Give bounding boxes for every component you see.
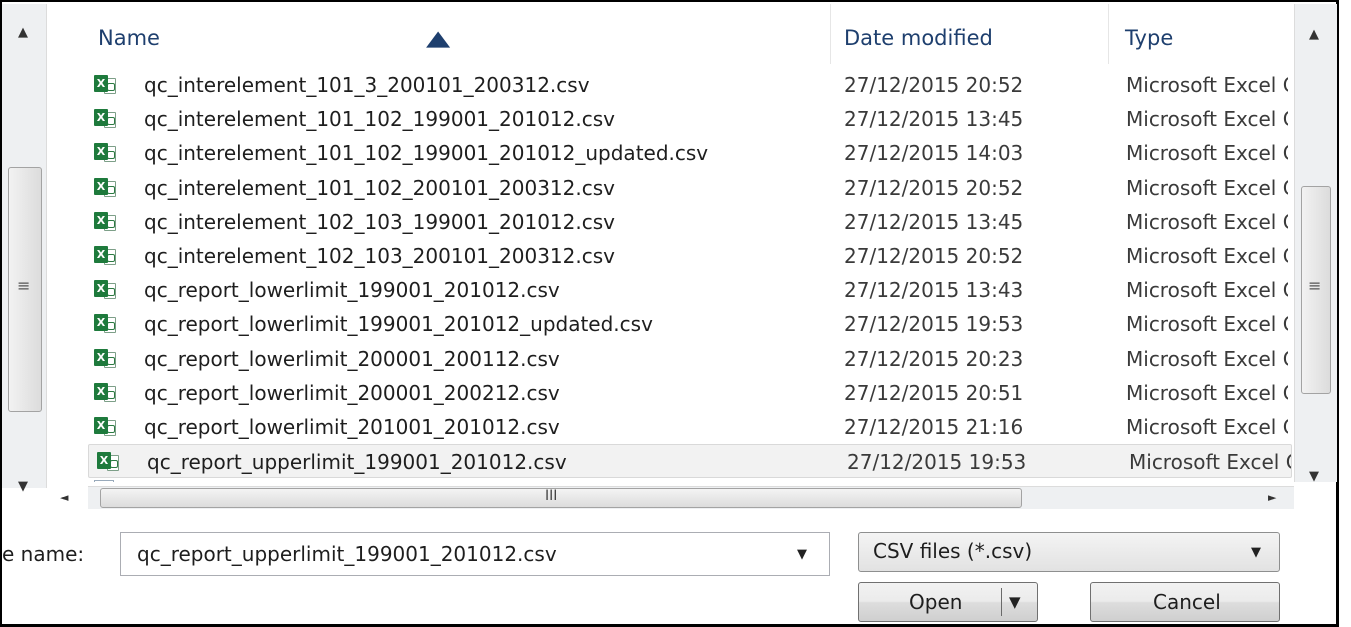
column-header-date[interactable]: Date modified <box>844 26 993 50</box>
filetype-value: CSV files (*.csv) <box>873 539 1033 563</box>
partial-row-icon <box>94 480 114 482</box>
excel-csv-icon: X <box>94 108 116 130</box>
file-row[interactable]: Xqc_interelement_102_103_200101_200312.c… <box>86 239 1294 273</box>
file-date-modified: 27/12/2015 21:16 <box>844 415 1024 439</box>
file-row[interactable]: Xqc_report_upperlimit_199001_201012.csv 2… <box>88 444 1292 479</box>
nav-pane-scrollbar[interactable]: ▲ ≡ ▼ <box>2 4 47 493</box>
grip-icon: III <box>545 488 558 504</box>
excel-csv-icon: X <box>94 211 116 233</box>
horizontal-scroll-thumb[interactable]: III <box>100 488 1022 508</box>
filename-input[interactable]: qc_report_upperlimit_199001_201012.csv <box>137 542 557 566</box>
excel-csv-icon: X <box>94 313 116 335</box>
file-type: Microsoft Excel Comma Separated Values F… <box>1126 312 1288 337</box>
file-list-vertical-scrollbar[interactable]: ▲ ≡ ▼ <box>1294 4 1337 483</box>
open-button-label: Open <box>909 590 963 614</box>
grip-icon: ≡ <box>17 276 31 295</box>
file-name: qc_report_lowerlimit_200001_200212.csv <box>144 380 560 405</box>
file-row[interactable]: Xqc_interelement_101_102_199001_201012_u… <box>86 136 1294 170</box>
file-name: qc_report_upperlimit_199001_201012.csv <box>147 450 567 475</box>
file-date-modified: 27/12/2015 20:52 <box>844 73 1024 97</box>
file-list: Name ▲ Date modified Type Xqc_intereleme… <box>46 4 1294 482</box>
file-type: Microsoft Excel Comma Separated Values F… <box>1126 73 1288 97</box>
excel-csv-icon: X <box>94 177 116 199</box>
file-type: Microsoft Excel Comma Separated Values F… <box>1126 278 1288 303</box>
cancel-button-label: Cancel <box>1153 590 1221 614</box>
file-date-modified: 27/12/2015 20:52 <box>844 175 1024 200</box>
file-row[interactable]: Xqc_report_lowerlimit_200001_200112.csv 2… <box>86 342 1294 376</box>
file-name: qc_report_lowerlimit_199001_201012_updat… <box>144 312 653 337</box>
excel-csv-icon: X <box>94 382 116 404</box>
file-row[interactable]: Xqc_report_lowerlimit_201001_201012.csv 2… <box>86 410 1294 444</box>
column-header-row: Name ▲ Date modified Type <box>46 4 1294 70</box>
window-edge <box>1339 0 1351 627</box>
scroll-down-arrow-icon[interactable]: ▼ <box>18 480 28 493</box>
file-name: qc_interelement_102_103_200101_200312.cs… <box>144 244 615 268</box>
file-type: Microsoft Excel Comma Separated Values F… <box>1126 175 1288 200</box>
file-date-modified: 27/12/2015 13:45 <box>844 107 1024 132</box>
file-type: Microsoft Excel Comma Separated Values F… <box>1126 141 1288 166</box>
chevron-down-icon[interactable]: ▼ <box>1251 545 1261 560</box>
open-button[interactable]: Open ▼ <box>858 582 1038 622</box>
scroll-up-arrow-icon[interactable]: ▲ <box>1309 28 1319 41</box>
open-options-arrow-icon[interactable]: ▼ <box>1009 593 1021 611</box>
file-row[interactable]: Xqc_report_lowerlimit_199001_201012_upda… <box>86 307 1294 341</box>
file-list-horizontal-scrollbar[interactable]: ◄ III ► <box>60 486 1294 509</box>
file-date-modified: 27/12/2015 20:23 <box>844 346 1024 371</box>
excel-csv-icon: X <box>94 279 116 301</box>
file-name: qc_interelement_102_103_199001_201012.cs… <box>144 209 615 234</box>
grip-icon: ≡ <box>1308 276 1322 295</box>
file-date-modified: 27/12/2015 20:51 <box>844 380 1024 405</box>
excel-csv-icon: X <box>94 416 116 438</box>
file-type: Microsoft Excel Comma Separated Values F… <box>1126 380 1288 405</box>
filename-combobox[interactable]: qc_report_upperlimit_199001_201012.csv ▼ <box>120 532 830 576</box>
file-date-modified: 27/12/2015 19:53 <box>844 312 1024 337</box>
file-row[interactable]: Xqc_interelement_101_102_200101_200312.c… <box>86 171 1294 205</box>
file-row[interactable]: Xqc_report_lowerlimit_200001_200212.csv 2… <box>86 376 1294 410</box>
column-header-name[interactable]: Name <box>98 26 160 50</box>
file-date-modified: 27/12/2015 14:03 <box>844 141 1024 166</box>
file-name: qc_report_lowerlimit_199001_201012.csv <box>144 278 560 303</box>
filename-label: e name: <box>2 542 85 566</box>
file-name: qc_report_lowerlimit_200001_200112.csv <box>144 346 560 371</box>
file-name: qc_report_lowerlimit_201001_201012.csv <box>144 415 560 439</box>
scroll-down-arrow-icon[interactable]: ▼ <box>1309 470 1319 483</box>
file-type: Microsoft Excel Comma Separated Values F… <box>1126 209 1288 234</box>
file-date-modified: 27/12/2015 19:53 <box>847 450 1027 475</box>
filetype-select[interactable]: CSV files (*.csv) ▼ <box>858 532 1280 572</box>
excel-csv-icon: X <box>94 142 116 164</box>
file-name: qc_interelement_101_102_199001_201012.cs… <box>144 107 615 132</box>
scroll-left-arrow-icon[interactable]: ◄ <box>60 491 68 504</box>
file-type: Microsoft Excel Comma Separated Values F… <box>1126 107 1288 132</box>
excel-csv-icon: X <box>94 348 116 370</box>
excel-csv-icon: X <box>94 245 116 267</box>
file-type: Microsoft Excel Comma Separated Values F… <box>1126 244 1288 268</box>
excel-csv-icon: X <box>94 74 116 96</box>
file-date-modified: 27/12/2015 13:45 <box>844 209 1024 234</box>
chevron-down-icon[interactable]: ▼ <box>797 547 807 562</box>
file-date-modified: 27/12/2015 20:52 <box>844 244 1024 268</box>
file-row[interactable]: Xqc_interelement_101_102_199001_201012.c… <box>86 102 1294 136</box>
file-type: Microsoft Excel Comma Separated Values F… <box>1129 450 1291 475</box>
file-row[interactable]: Xqc_report_lowerlimit_199001_201012.csv 2… <box>86 273 1294 307</box>
scroll-right-arrow-icon[interactable]: ► <box>1268 491 1276 504</box>
column-header-type[interactable]: Type <box>1125 26 1173 50</box>
file-name: qc_interelement_101_3_200101_200312.csv <box>144 73 590 97</box>
file-name: qc_interelement_101_102_199001_201012_up… <box>144 141 709 166</box>
file-name: qc_interelement_101_102_200101_200312.cs… <box>144 175 615 200</box>
sort-ascending-icon: ▲ <box>425 26 451 50</box>
cancel-button[interactable]: Cancel <box>1090 582 1280 622</box>
file-date-modified: 27/12/2015 13:43 <box>844 278 1024 303</box>
scroll-up-arrow-icon[interactable]: ▲ <box>18 26 28 39</box>
file-type: Microsoft Excel Comma Separated Values F… <box>1126 415 1288 439</box>
file-row[interactable]: Xqc_interelement_101_3_200101_200312.csv… <box>86 68 1294 102</box>
file-row[interactable]: Xqc_interelement_102_103_199001_201012.c… <box>86 205 1294 239</box>
file-type: Microsoft Excel Comma Separated Values F… <box>1126 346 1288 371</box>
excel-csv-icon: X <box>97 451 119 473</box>
